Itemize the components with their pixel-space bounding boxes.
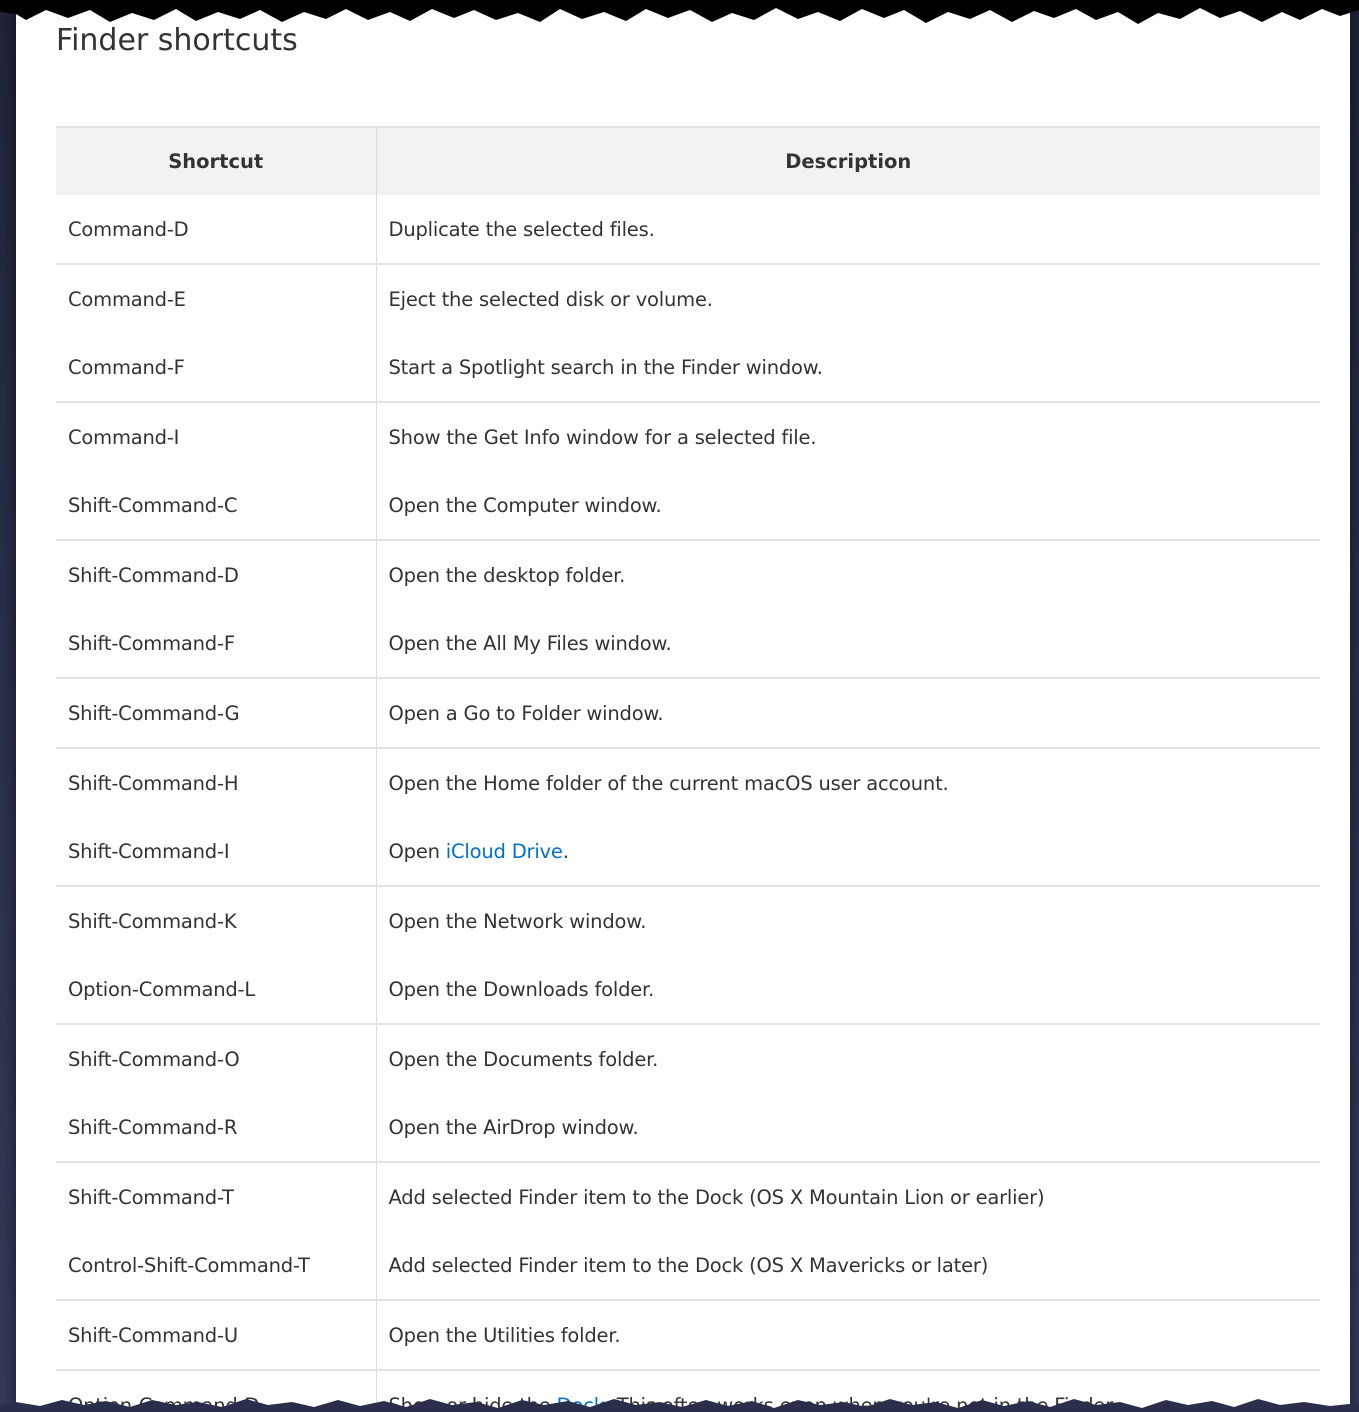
table-row: Shift-Command-D Open the desktop folder. [56, 540, 1320, 609]
shortcuts-table-container: Shortcut Description Command-D Duplicate … [56, 126, 1320, 1412]
description-cell: Open the Home folder of the current macO… [388, 771, 949, 795]
description-cell: Show the Get Info window for a selected … [388, 425, 817, 449]
shortcut-cell: Shift-Command-G [56, 678, 377, 749]
description-cell: Open the Downloads folder. [376, 955, 1320, 1025]
description-cell: Open a Go to Folder window. [376, 678, 1320, 749]
shortcut-cell: Shift-Command-R [56, 1093, 377, 1163]
description-cell: Add selected Finder item to the Dock (OS… [376, 1231, 1320, 1301]
shortcut-cell: Shift-Command-C [56, 471, 377, 541]
table-row: Shift-Command-R Open the AirDrop window. [56, 1093, 1320, 1163]
description-cell: Open the AirDrop window. [376, 1093, 1320, 1163]
description-cell: Open the Network window. [388, 909, 647, 933]
description-cell: Open the Documents folder. [388, 1047, 659, 1071]
shortcut-column-header: Shortcut [56, 126, 377, 195]
description-cell: Eject the selected disk or volume. [388, 287, 713, 311]
shortcut-cell: Control-Shift-Command-T [56, 1231, 377, 1301]
description-cell: Add selected Finder item to the Dock (OS… [388, 1185, 1045, 1209]
table-row: Command-E Eject the selected disk or volu… [56, 264, 1320, 333]
shortcut-cell: Shift-Command-I [56, 817, 377, 887]
table-row: Shift-Command-K Open the Network window. [56, 886, 1320, 955]
table-row: Option-Command-L Open the Downloads folde… [56, 955, 1320, 1025]
description-column-header: Description [376, 126, 1320, 195]
description-link[interactable]: iCloud Drive [446, 840, 563, 863]
table-row: Shift-Command-G Open a Go to Folder windo… [56, 678, 1320, 749]
table-row: Command-F Start a Spotlight search in the… [56, 333, 1320, 403]
description-cell: Open the desktop folder. [388, 563, 626, 587]
torn-bottom-edge [0, 1399, 1359, 1412]
shortcut-cell: Command-F [56, 333, 377, 403]
shortcut-cell: Shift-Command-K [56, 886, 377, 955]
shortcut-cell: Shift-Command-H [56, 748, 377, 817]
shortcut-cell: Shift-Command-D [56, 540, 377, 609]
table-header-row: Shortcut Description [56, 126, 1320, 195]
shortcut-cell: Shift-Command-O [56, 1024, 377, 1093]
table-row: Shift-Command-T Add selected Finder item … [56, 1162, 1320, 1231]
table-row: Shift-Command-U Open the Utilities folder… [56, 1300, 1320, 1371]
table-row: Command-D Duplicate the selected files. [56, 195, 1320, 265]
table-row: Shift-Command-H Open the Home folder of t… [56, 748, 1320, 817]
shortcut-cell: Shift-Command-T [56, 1162, 377, 1231]
table-row: Shift-Command-I Open iCloud Drive. [56, 817, 1320, 887]
description-text: Open [388, 839, 446, 863]
torn-top-edge [0, 0, 1359, 24]
table-row: Command-I Show the Get Info window for a … [56, 402, 1320, 471]
description-cell: Open iCloud Drive. [376, 817, 1320, 887]
shortcut-cell: Shift-Command-U [56, 1300, 377, 1371]
shortcut-cell: Option-Command-L [56, 955, 377, 1025]
description-cell: Duplicate the selected files. [376, 195, 1320, 265]
shortcuts-table: Shortcut Description Command-D Duplicate … [56, 126, 1320, 1412]
shortcut-cell: Command-D [56, 195, 377, 265]
description-text: . [562, 839, 569, 863]
description-cell: Start a Spotlight search in the Finder w… [376, 333, 1320, 403]
table-row: Shift-Command-C Open the Computer window. [56, 471, 1320, 541]
table-row: Control-Shift-Command-T Add selected Find… [56, 1231, 1320, 1301]
table-row: Shift-Command-F Open the All My Files win… [56, 609, 1320, 679]
shortcut-cell: Shift-Command-F [56, 609, 377, 679]
description-cell: Open the All My Files window. [376, 609, 1320, 679]
description-cell: Open the Utilities folder. [376, 1300, 1320, 1371]
shortcut-cell: Command-E [56, 264, 377, 333]
table-row: Shift-Command-O Open the Documents folder… [56, 1024, 1320, 1093]
torn-screenshot-panel: Finder shortcuts Shortcut Description Co… [16, 0, 1350, 1412]
shortcut-cell: Command-I [56, 402, 377, 471]
description-cell: Open the Computer window. [376, 471, 1320, 541]
